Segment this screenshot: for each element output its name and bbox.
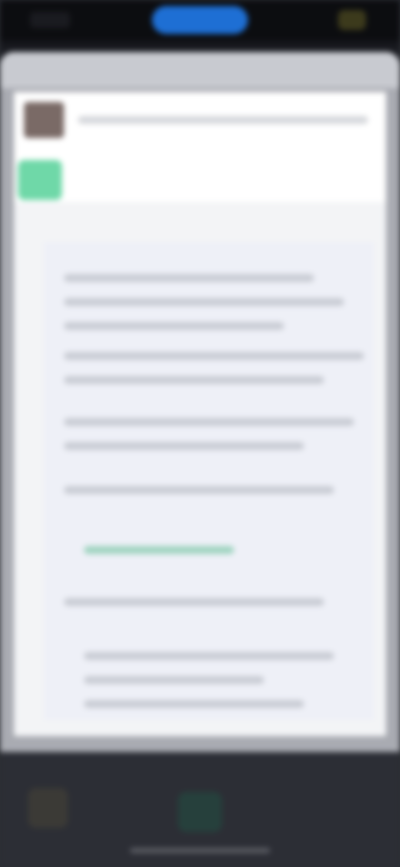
avatar-icon xyxy=(24,102,64,138)
body-text-line xyxy=(64,322,284,330)
app-badge-icon xyxy=(18,160,62,200)
active-call-pill[interactable] xyxy=(152,6,248,34)
preview-header xyxy=(14,92,386,202)
body-text-line xyxy=(64,598,324,606)
link-text-line[interactable] xyxy=(84,546,234,554)
document-preview[interactable] xyxy=(14,92,386,736)
app-icon[interactable] xyxy=(28,788,68,828)
body-text-line xyxy=(64,442,304,450)
home-indicator[interactable] xyxy=(130,848,270,853)
share-targets-bar xyxy=(0,752,400,867)
sheet-header[interactable] xyxy=(0,52,400,88)
body-text-line xyxy=(84,700,304,708)
body-text-line xyxy=(84,676,264,684)
body-text-line xyxy=(64,418,354,426)
time-indicator xyxy=(30,12,70,28)
body-text-line xyxy=(64,486,334,494)
body-text-line xyxy=(84,652,334,660)
status-bar xyxy=(0,0,400,40)
message-body xyxy=(44,242,374,720)
body-text-line xyxy=(64,352,364,360)
battery-icon xyxy=(338,10,366,30)
body-text-line xyxy=(64,274,314,282)
share-sheet xyxy=(0,52,400,752)
body-text-line xyxy=(64,376,324,384)
header-text-line xyxy=(78,116,368,124)
screen xyxy=(0,0,400,867)
app-icon[interactable] xyxy=(178,792,222,832)
body-text-line xyxy=(64,298,344,306)
